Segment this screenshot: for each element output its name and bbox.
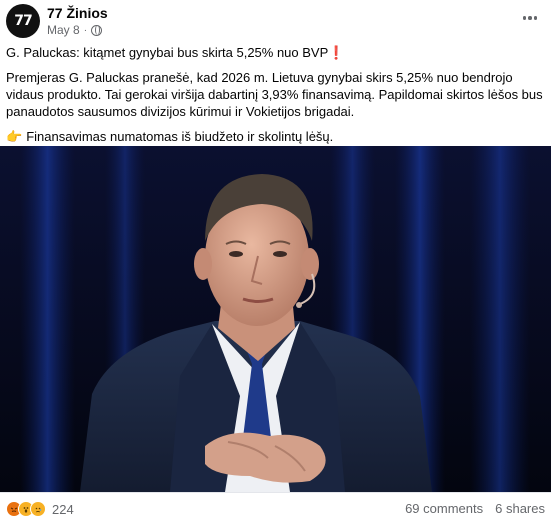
headline-text: G. Paluckas: kitąmet gynybai bus skirta … xyxy=(6,45,329,60)
pointing-hand-icon: 👉 xyxy=(6,129,23,144)
post-text: G. Paluckas: kitąmet gynybai bus skirta … xyxy=(6,44,546,153)
sad-reaction-icon xyxy=(30,501,46,517)
shares-count-link[interactable]: 6 shares xyxy=(495,501,545,516)
reaction-count: 224 xyxy=(52,501,74,517)
post-stats: 69 comments 6 shares xyxy=(405,501,545,516)
page-name-link[interactable]: 77 Žinios xyxy=(47,5,108,21)
post-headline: G. Paluckas: kitąmet gynybai bus skirta … xyxy=(6,44,546,61)
video-frame-image xyxy=(0,146,551,492)
post-header: 77 77 Žinios May 8 · xyxy=(0,0,551,44)
globe-icon xyxy=(91,24,103,36)
post-meta: May 8 · xyxy=(47,23,103,37)
post-footer: 224 69 comments 6 shares xyxy=(0,492,551,526)
post-video[interactable] xyxy=(0,146,551,492)
page-avatar-icon[interactable]: 77 xyxy=(6,4,40,38)
exclamation-icon: ❗ xyxy=(328,45,345,60)
comments-count-link[interactable]: 69 comments xyxy=(405,501,483,516)
date-separator: · xyxy=(83,24,88,36)
avatar-mark: 77 xyxy=(14,13,33,29)
note-text: Finansavimas numatomas iš biudžeto ir sk… xyxy=(26,129,334,144)
reactions-summary[interactable]: 224 xyxy=(6,501,74,517)
post-date-link[interactable]: May 8 xyxy=(47,23,80,37)
post-body: Premjeras G. Paluckas pranešė, kad 2026 … xyxy=(6,70,543,119)
post-note: 👉 Finansavimas numatomas iš biudžeto ir s… xyxy=(6,128,546,145)
more-options-icon[interactable] xyxy=(519,10,541,26)
